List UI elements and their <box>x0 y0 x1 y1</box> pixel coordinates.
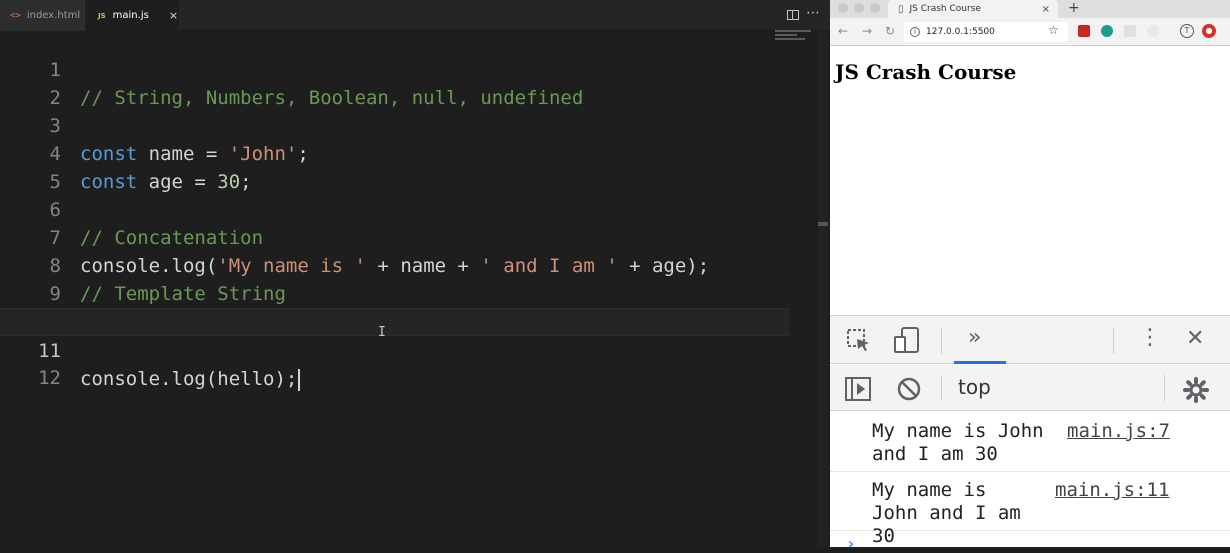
minimap[interactable] <box>775 30 815 50</box>
scrollbar-thumb[interactable] <box>818 222 828 226</box>
extension-red-icon[interactable]: ● <box>1202 24 1216 38</box>
gear-icon[interactable] <box>1182 376 1210 404</box>
extension-t-icon[interactable]: T <box>1180 24 1194 38</box>
toolbar-divider <box>941 375 942 401</box>
devtools-toolbar: » ⋮ ✕ <box>830 316 1230 364</box>
tab-index-html[interactable]: <> index.html <box>0 0 85 31</box>
line-number: 12 <box>38 367 61 389</box>
forward-icon[interactable]: → <box>862 24 872 38</box>
reload-icon[interactable]: ↻ <box>885 24 895 38</box>
editor-tab-bar: <> index.html JS main.js × ⋯ <box>0 0 830 31</box>
console-source-link[interactable]: main.js:7 <box>1067 420 1170 442</box>
close-icon[interactable]: × <box>169 9 178 22</box>
extension-icon[interactable] <box>1078 25 1090 37</box>
device-toolbar-icon[interactable] <box>893 326 921 354</box>
code-line: 6 // Concatenation <box>0 168 790 249</box>
toolbar-divider <box>1164 375 1165 401</box>
code-line: 1 // String, Numbers, Boolean, null, und… <box>0 28 790 109</box>
code-area[interactable]: 1 // String, Numbers, Boolean, null, und… <box>0 28 790 391</box>
split-editor-icon[interactable] <box>787 10 799 20</box>
browser-window: ▯ JS Crash Course × + ← → ↻ i 127.0.0.1:… <box>830 0 1230 553</box>
toolbar-divider <box>941 328 942 354</box>
tab-main-js[interactable]: JS main.js × <box>85 0 179 31</box>
more-tabs-icon[interactable]: » <box>968 325 981 350</box>
browser-tab[interactable]: ▯ JS Crash Course × <box>888 0 1058 18</box>
tab-label: main.js <box>112 10 149 21</box>
console-message-text: My name is John and I am 30 <box>872 479 1021 547</box>
extension-icon[interactable] <box>1147 25 1159 37</box>
code-line: 3 const name = 'John'; <box>0 84 790 165</box>
maximize-window-icon[interactable] <box>870 3 880 13</box>
minimize-window-icon[interactable] <box>854 3 864 13</box>
address-bar[interactable]: i 127.0.0.1:5500 <box>904 22 1068 42</box>
toolbar-divider <box>1113 328 1114 354</box>
code-line: 10 <box>0 280 790 333</box>
kebab-menu-icon[interactable]: ⋮ <box>1139 325 1161 350</box>
code-editor: <> index.html JS main.js × ⋯ 1 // String… <box>0 0 830 547</box>
code-line: 5 <box>0 140 790 193</box>
console-toolbar: top <box>830 365 1230 411</box>
inspect-element-icon[interactable] <box>846 328 872 354</box>
console-message-text: My name is John and I am 30 <box>872 420 1044 465</box>
code-text: console.log(hello); <box>80 365 301 393</box>
browser-tab-title: JS Crash Course <box>909 4 981 14</box>
browser-titlebar: ▯ JS Crash Course × + <box>830 0 1230 18</box>
show-sidebar-icon[interactable] <box>844 376 872 402</box>
close-window-icon[interactable] <box>838 3 848 13</box>
page-icon: ▯ <box>898 3 904 15</box>
code-line: 12 <box>0 336 790 389</box>
extension-icon[interactable] <box>1101 25 1113 37</box>
devtools-panel: » ⋮ ✕ top My name is John and I am 30 ma… <box>830 315 1230 553</box>
js-file-icon: JS <box>98 11 106 20</box>
info-icon[interactable]: i <box>910 27 920 37</box>
code-line: 4 const age = 30; <box>0 112 790 193</box>
browser-toolbar: ← → ↻ i 127.0.0.1:5500 ☆ T ● <box>830 18 1230 46</box>
ibeam-cursor-icon: I <box>378 325 386 340</box>
clear-console-icon[interactable] <box>896 376 922 402</box>
bookmark-star-icon[interactable]: ☆ <box>1048 23 1059 37</box>
new-tab-icon[interactable]: + <box>1068 0 1080 16</box>
editor-scrollbar[interactable] <box>818 31 828 547</box>
code-line: 8 // Template String <box>0 224 790 305</box>
tab-label: index.html <box>26 10 81 21</box>
active-tab-indicator <box>954 361 1006 364</box>
console-prompt[interactable]: › <box>846 534 856 553</box>
code-line: 2 <box>0 56 790 109</box>
console-message: My name is John and I am 30 main.js:11 <box>830 473 1230 547</box>
code-line: 7 console.log('My name is ' + name + ' a… <box>0 196 790 277</box>
url-text: 127.0.0.1:5500 <box>926 27 995 37</box>
back-icon[interactable]: ← <box>838 24 848 38</box>
text-cursor <box>298 368 301 391</box>
console-source-link[interactable]: main.js:11 <box>1055 479 1169 501</box>
html-file-icon: <> <box>10 10 21 21</box>
extension-icon[interactable] <box>1124 25 1136 37</box>
page-heading: JS Crash Course <box>835 60 1017 84</box>
code-line: 9 const hello = `My name is ${name} and … <box>0 252 790 333</box>
close-devtools-icon[interactable]: ✕ <box>1186 326 1204 351</box>
context-selector[interactable]: top <box>958 375 991 399</box>
close-icon[interactable]: × <box>1042 4 1050 15</box>
code-line-active: 11 console.log(hello); <box>0 308 790 391</box>
console-message: My name is John and I am 30 main.js:7 <box>830 414 1230 472</box>
more-actions-icon[interactable]: ⋯ <box>806 5 821 21</box>
